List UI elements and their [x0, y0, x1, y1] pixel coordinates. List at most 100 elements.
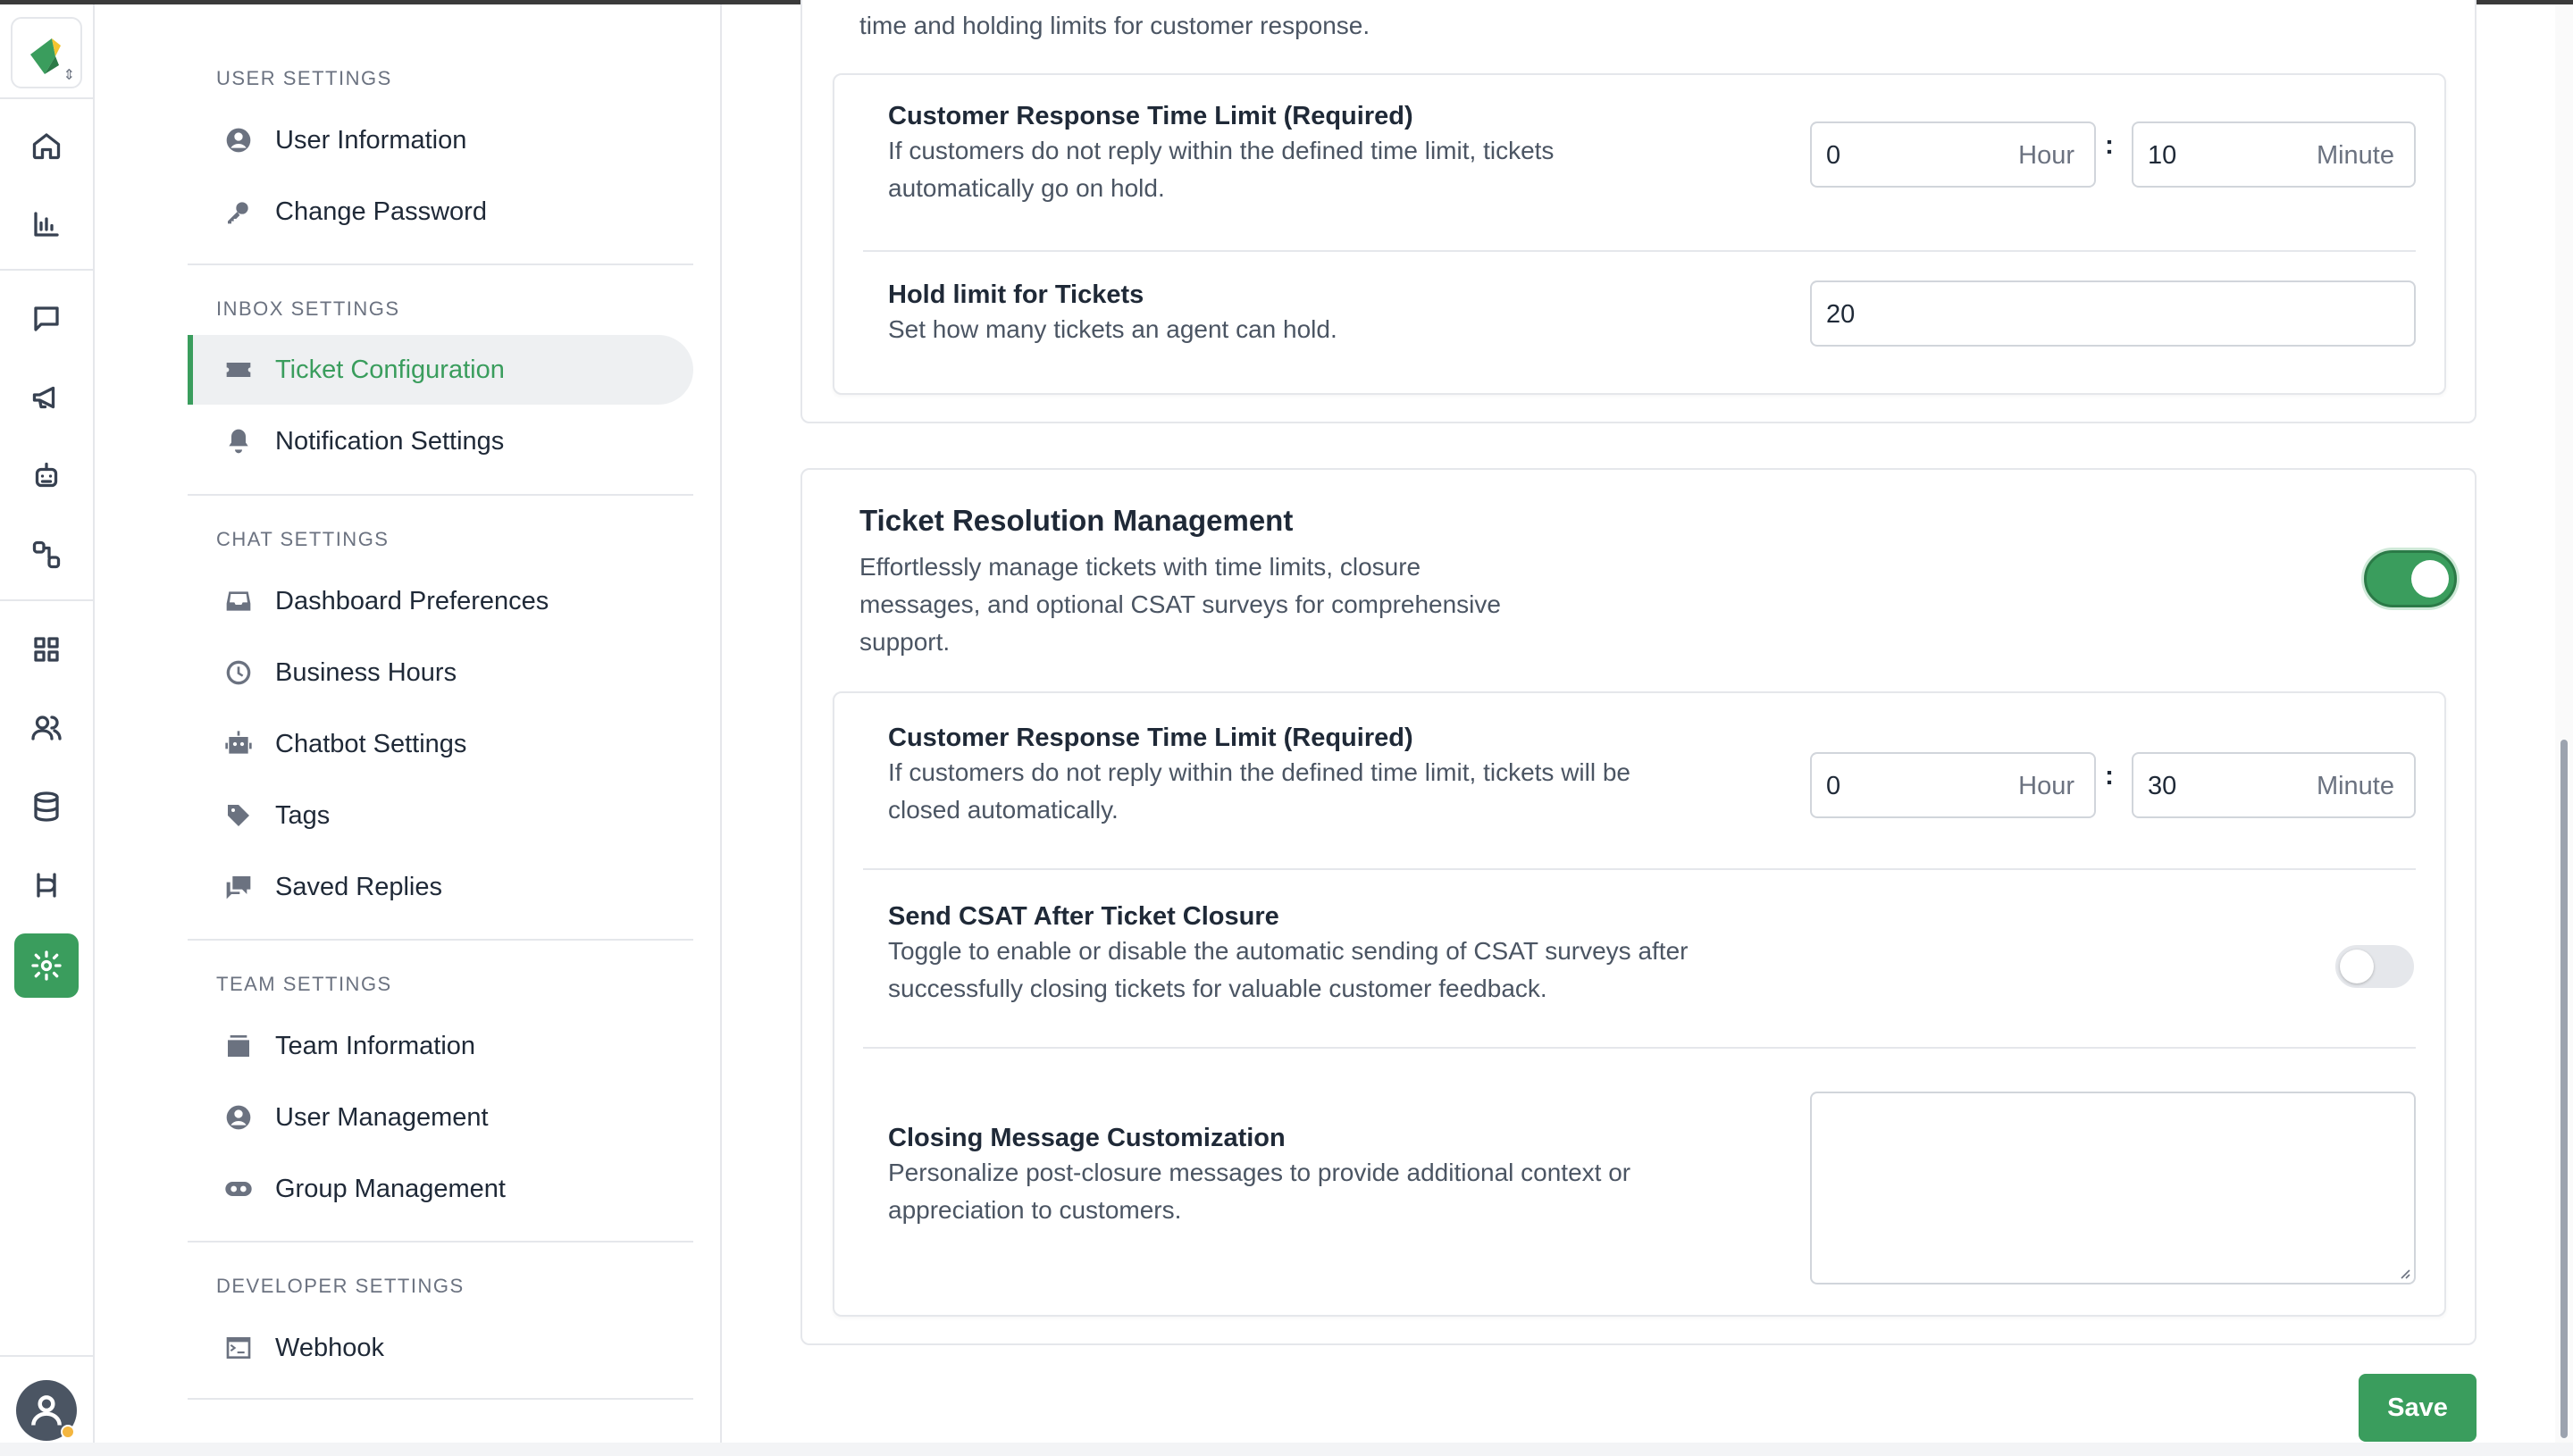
- csat-title: Send CSAT After Ticket Closure: [888, 902, 1279, 931]
- section-divider: [188, 264, 693, 265]
- rail-divider: [0, 599, 93, 601]
- bottom-edge: [0, 1443, 2573, 1456]
- hour-input[interactable]: 0 Hour: [1810, 752, 2096, 818]
- sidebar-item-label: Group Management: [275, 1174, 506, 1203]
- user-circle-icon: [223, 125, 254, 155]
- hour-unit: Hour: [2018, 141, 2074, 170]
- flow-icon[interactable]: [27, 535, 66, 574]
- database-icon[interactable]: [27, 787, 66, 826]
- section-divider: [188, 1398, 693, 1400]
- sidebar-item-label: User Information: [275, 125, 467, 155]
- save-button[interactable]: Save: [2359, 1374, 2477, 1442]
- hour-value: 0: [1826, 141, 1841, 170]
- sidebar-item-team-information[interactable]: Team Information: [188, 1011, 693, 1081]
- sidebar-item-user-management[interactable]: User Management: [188, 1083, 693, 1152]
- sidebar-item-notification-settings[interactable]: Notification Settings: [188, 406, 693, 476]
- closing-message-title: Closing Message Customization: [888, 1124, 1286, 1152]
- row-divider: [863, 250, 2416, 252]
- user-avatar[interactable]: [16, 1380, 77, 1441]
- card-description: time and holding limits for customer res…: [859, 12, 1370, 39]
- sidebar-item-webhook[interactable]: Webhook: [188, 1313, 693, 1383]
- grid-icon[interactable]: [27, 630, 66, 669]
- minute-input[interactable]: 10 Minute: [2132, 121, 2416, 188]
- customer-response-card: time and holding limits for customer res…: [800, 0, 2477, 423]
- response-time-limit-desc-1: If customers do not reply within the def…: [888, 137, 1555, 164]
- sidebar-item-label: Webhook: [275, 1333, 384, 1362]
- settings-icon[interactable]: [14, 933, 79, 998]
- user-circle-icon: [223, 1102, 254, 1133]
- sidebar-item-tags[interactable]: Tags: [188, 781, 693, 850]
- sidebar-item-chatbot-settings[interactable]: Chatbot Settings: [188, 709, 693, 779]
- response-time-limit-desc-1: If customers do not reply within the def…: [888, 758, 1631, 786]
- hour-value: 0: [1826, 772, 1841, 800]
- bar-chart-icon[interactable]: [27, 205, 66, 244]
- section-title-user-settings: USER SETTINGS: [216, 67, 392, 89]
- scrollbar-thumb[interactable]: [2560, 740, 2568, 1438]
- megaphone-icon[interactable]: [27, 378, 66, 417]
- key-icon: [223, 197, 254, 227]
- response-time-limit-title: Customer Response Time Limit (Required): [888, 724, 1413, 752]
- user-icon: [31, 1395, 62, 1426]
- sidebar-item-label: User Management: [275, 1102, 489, 1132]
- section-divider: [188, 1241, 693, 1243]
- settings-panel: Customer Response Time Limit (Required) …: [833, 73, 2446, 395]
- response-time-limit-desc-2: closed automatically.: [888, 796, 1119, 824]
- section-title-team-settings: TEAM SETTINGS: [216, 973, 392, 995]
- sidebar-item-dashboard-preferences[interactable]: Dashboard Preferences: [188, 566, 693, 636]
- hold-limit-title: Hold limit for Tickets: [888, 280, 1144, 309]
- card-desc-1: Effortlessly manage tickets with time li…: [859, 553, 1421, 581]
- toggle-knob: [2340, 950, 2374, 983]
- card-desc-2: messages, and optional CSAT surveys for …: [859, 590, 1501, 618]
- rail-divider: [0, 1355, 93, 1357]
- chat-icon[interactable]: [27, 299, 66, 339]
- settings-panel: Customer Response Time Limit (Required) …: [833, 691, 2446, 1317]
- sidebar-item-label: Change Password: [275, 197, 487, 226]
- route-icon[interactable]: [27, 866, 66, 905]
- sidebar-item-label: Ticket Configuration: [275, 355, 505, 384]
- sidebar-item-label: Notification Settings: [275, 426, 505, 456]
- hour-input[interactable]: 0 Hour: [1810, 121, 2096, 188]
- tag-icon: [223, 800, 254, 831]
- hold-limit-input[interactable]: 20: [1810, 280, 2416, 347]
- closing-message-desc-1: Personalize post-closure messages to pro…: [888, 1159, 1631, 1186]
- inbox-tray-icon: [223, 586, 254, 616]
- sidebar-item-change-password[interactable]: Change Password: [188, 177, 693, 247]
- closing-message-textarea[interactable]: [1810, 1092, 2416, 1284]
- section-title-chat-settings: CHAT SETTINGS: [216, 528, 390, 550]
- sidebar-item-group-management[interactable]: Group Management: [188, 1154, 693, 1224]
- chat-bubbles-icon: [223, 872, 254, 902]
- minute-value: 10: [2148, 141, 2177, 170]
- users-icon[interactable]: [27, 708, 66, 748]
- sidebar-item-label: Dashboard Preferences: [275, 586, 549, 615]
- sidebar-item-business-hours[interactable]: Business Hours: [188, 638, 693, 707]
- rail-divider: [0, 269, 93, 271]
- robot-icon: [223, 729, 254, 759]
- card-title: Ticket Resolution Management: [859, 504, 1294, 537]
- icon-rail: ⇕: [0, 4, 95, 1456]
- sidebar-item-label: Business Hours: [275, 657, 457, 687]
- sidebar-item-user-information[interactable]: User Information: [188, 105, 693, 175]
- time-separator: :: [2105, 130, 2114, 160]
- resolution-management-toggle[interactable]: [2364, 550, 2457, 607]
- response-time-limit-desc-2: automatically go on hold.: [888, 174, 1165, 202]
- resize-handle-icon[interactable]: [2398, 1267, 2410, 1279]
- sidebar-item-saved-replies[interactable]: Saved Replies: [188, 852, 693, 922]
- csat-toggle[interactable]: [2335, 945, 2414, 988]
- sidebar-item-label: Saved Replies: [275, 872, 442, 901]
- bot-icon[interactable]: [27, 456, 66, 496]
- minute-input[interactable]: 30 Minute: [2132, 752, 2416, 818]
- hold-limit-value: 20: [1826, 300, 1856, 329]
- closing-message-desc-2: appreciation to customers.: [888, 1196, 1182, 1224]
- time-separator: :: [2105, 761, 2114, 791]
- section-divider: [188, 939, 693, 941]
- minute-unit: Minute: [2316, 141, 2394, 170]
- sidebar-item-ticket-configuration[interactable]: Ticket Configuration: [188, 335, 693, 405]
- home-icon[interactable]: [27, 126, 66, 165]
- hour-unit: Hour: [2018, 772, 2074, 800]
- bell-icon: [223, 426, 254, 456]
- workspace-switcher[interactable]: ⇕: [11, 17, 82, 88]
- response-time-limit-title: Customer Response Time Limit (Required): [888, 102, 1413, 130]
- sidebar-item-label: Tags: [275, 800, 331, 830]
- card-desc-3: support.: [859, 628, 951, 656]
- status-dot: [61, 1425, 75, 1439]
